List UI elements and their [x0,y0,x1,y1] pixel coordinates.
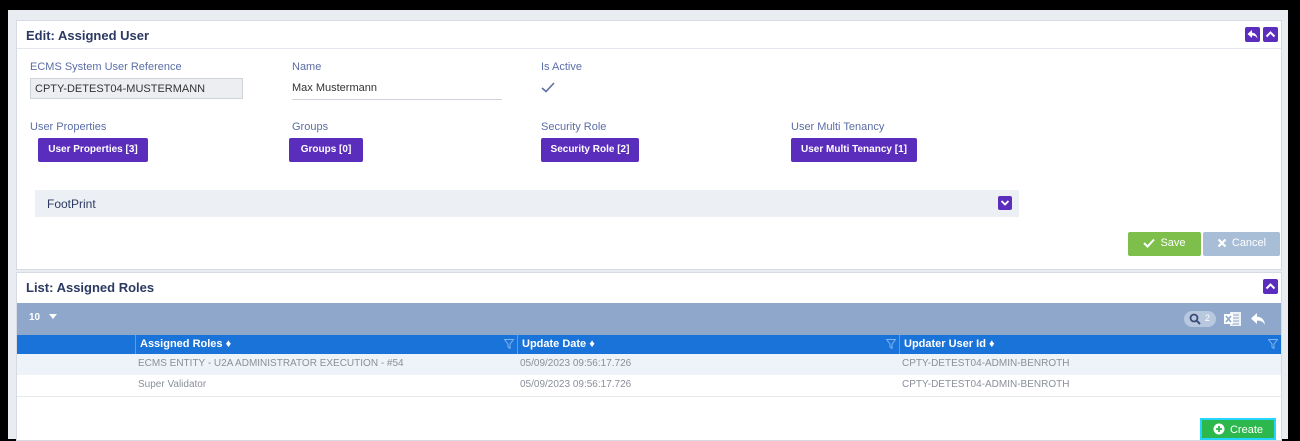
is-active-checkmark-icon[interactable] [541,82,555,93]
list-assigned-roles-panel: List: Assigned Roles 10 2 Assigned Roles… [16,272,1282,441]
cell-assigned-role: ECMS ENTITY - U2A ADMINISTRATOR EXECUTIO… [138,358,404,369]
check-icon [1143,238,1156,248]
filter-icon[interactable] [1268,339,1278,349]
cancel-label: Cancel [1231,237,1267,249]
close-icon [1217,238,1227,248]
filter-icon[interactable] [504,339,514,349]
collapse-list-panel-button[interactable] [1263,279,1278,294]
filter-icon[interactable] [886,339,896,349]
search-count: 2 [1205,313,1211,323]
caret-down-icon [48,314,57,319]
ecms-ref-value: CPTY-DETEST04-MUSTERMANN [35,83,206,95]
search-button[interactable]: 2 [1184,311,1216,327]
edit-panel-title: Edit: Assigned User [26,28,150,43]
column-header-updater-user-id[interactable]: Updater User Id ♦ [899,335,1281,354]
table-row[interactable]: Super Validator 05/09/2023 09:56:17.726 … [17,375,1281,397]
user-multi-tenancy-label: User Multi Tenancy [791,121,885,133]
save-label: Save [1160,237,1186,249]
security-role-button[interactable]: Security Role [2] [541,138,639,162]
security-role-label: Security Role [541,121,607,133]
list-panel-title: List: Assigned Roles [26,280,155,295]
cell-updater-user-id: CPTY-DETEST04-ADMIN-BENROTH [902,379,1070,390]
table-row[interactable]: ECMS ENTITY - U2A ADMINISTRATOR EXECUTIO… [17,354,1281,376]
column-header-label: Updater User Id ♦ [904,338,995,350]
name-label: Name [292,61,322,73]
back-button[interactable] [1245,27,1260,42]
app-frame: Edit: Assigned User ECMS System User Ref… [8,10,1288,441]
grid-header: Assigned Roles ♦ Update Date ♦ Updater U… [17,335,1281,354]
chevron-up-icon [1265,31,1276,38]
footprint-expand-button[interactable] [998,196,1012,210]
column-header-label: Update Date ♦ [522,338,595,350]
edit-assigned-user-panel: Edit: Assigned User ECMS System User Ref… [16,20,1282,270]
user-properties-label: User Properties [30,121,107,133]
page-size-select[interactable]: 10 [29,312,57,323]
groups-label: Groups [292,121,329,133]
plus-circle-icon [1213,423,1225,435]
reply-arrow-icon[interactable] [1250,312,1266,326]
reply-arrow-icon [1247,30,1258,39]
cell-update-date: 05/09/2023 09:56:17.726 [520,358,632,369]
user-properties-button[interactable]: User Properties [3] [38,138,148,162]
column-header-update-date[interactable]: Update Date ♦ [517,335,899,354]
cell-update-date: 05/09/2023 09:56:17.726 [520,379,632,390]
ecms-ref-field: CPTY-DETEST04-MUSTERMANN [30,78,243,99]
search-icon [1189,313,1201,325]
groups-button[interactable]: Groups [0] [289,138,363,162]
footprint-section[interactable]: FootPrint [35,190,1019,217]
chevron-down-icon [1000,200,1010,206]
user-multi-tenancy-button[interactable]: User Multi Tenancy [1] [791,138,917,162]
footprint-label: FootPrint [47,197,96,211]
cell-assigned-role: Super Validator [138,379,207,390]
cancel-button[interactable]: Cancel [1203,232,1280,256]
name-value: Max Mustermann [292,82,377,94]
chevron-up-icon [1265,283,1276,290]
cell-updater-user-id: CPTY-DETEST04-ADMIN-BENROTH [902,358,1070,369]
title-divider [17,48,1281,49]
ecms-ref-label: ECMS System User Reference [30,61,182,73]
grid-toolbar: 10 2 [17,303,1281,335]
excel-export-icon[interactable] [1224,311,1242,327]
column-header-label: Assigned Roles ♦ [140,338,232,350]
name-field[interactable]: Max Mustermann [292,82,502,100]
create-button[interactable]: Create [1200,418,1276,440]
page-size-value: 10 [29,312,41,323]
is-active-label: Is Active [541,61,582,73]
column-header-assigned-roles[interactable]: Assigned Roles ♦ [135,335,517,354]
save-button[interactable]: Save [1128,232,1201,256]
create-label: Create [1229,424,1264,436]
collapse-edit-panel-button[interactable] [1263,27,1278,42]
